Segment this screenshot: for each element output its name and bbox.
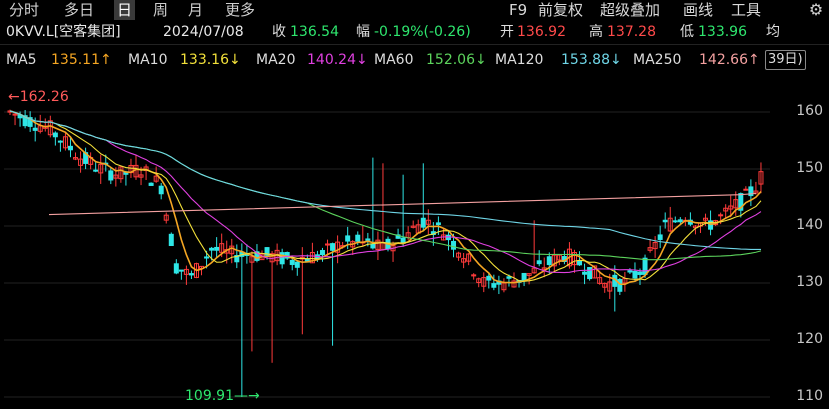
candle-body (168, 233, 174, 247)
candle-body (57, 140, 63, 143)
y-tick-160: 160 (796, 103, 823, 119)
candle-body (642, 257, 648, 275)
candle-body (718, 214, 724, 217)
candle-body (662, 219, 668, 223)
y-tick-140: 140 (796, 217, 823, 233)
candle-body (108, 170, 114, 181)
candlestick-chart[interactable] (0, 0, 829, 409)
candle-body (345, 235, 351, 242)
candle-body (93, 169, 99, 172)
candle-body (289, 259, 295, 265)
candle-body (435, 222, 441, 226)
candle-body (188, 273, 194, 276)
candle-body (637, 271, 643, 275)
candle-body (204, 256, 210, 259)
max-price-label: 162.26 (19, 89, 69, 105)
candle-body (582, 271, 588, 275)
candle-body (173, 263, 179, 274)
candle-body (617, 279, 623, 292)
candle-body (294, 261, 300, 268)
candle-body (214, 246, 220, 251)
y-tick-130: 130 (796, 274, 823, 290)
candle-body (657, 234, 663, 240)
min-price-label: 109.91 (185, 388, 234, 404)
candle-body (491, 283, 497, 288)
min-price-annotation: 109.91—→ (185, 388, 260, 404)
candle-body (420, 217, 426, 228)
candle-body (158, 185, 164, 195)
candle-body (627, 270, 633, 273)
candle-body (546, 256, 552, 266)
candle-body (506, 276, 512, 279)
candle-body (587, 267, 593, 280)
ma120-line (9, 110, 761, 251)
y-tick-110: 110 (796, 388, 823, 404)
candle-body (279, 252, 285, 265)
candle-body (632, 270, 638, 279)
candle-body (32, 127, 38, 131)
candle-body (577, 260, 583, 266)
max-price-annotation: ←162.26 (8, 89, 69, 105)
y-tick-150: 150 (796, 160, 823, 176)
min-arrow: —→ (234, 388, 260, 404)
candle-body (148, 182, 154, 186)
candle-body (370, 243, 376, 249)
candle-body (355, 234, 361, 242)
candle-body (677, 219, 683, 223)
candle-body (178, 269, 184, 272)
ma10-line (9, 110, 762, 282)
candle-body (743, 188, 749, 191)
candle-body (319, 250, 325, 256)
candle-body (672, 220, 678, 223)
candle-body (365, 238, 371, 241)
candle-body (486, 275, 492, 281)
candle-body (536, 260, 542, 265)
ma250-line (48, 192, 757, 216)
candle-body (52, 132, 58, 138)
candle-body (451, 240, 457, 250)
candle-body (209, 247, 215, 251)
candle-body (330, 243, 336, 251)
candle-body (67, 145, 73, 151)
max-arrow: ← (8, 89, 20, 105)
ma60-line (9, 110, 762, 261)
candle-body (521, 272, 527, 281)
y-tick-120: 120 (796, 331, 823, 347)
